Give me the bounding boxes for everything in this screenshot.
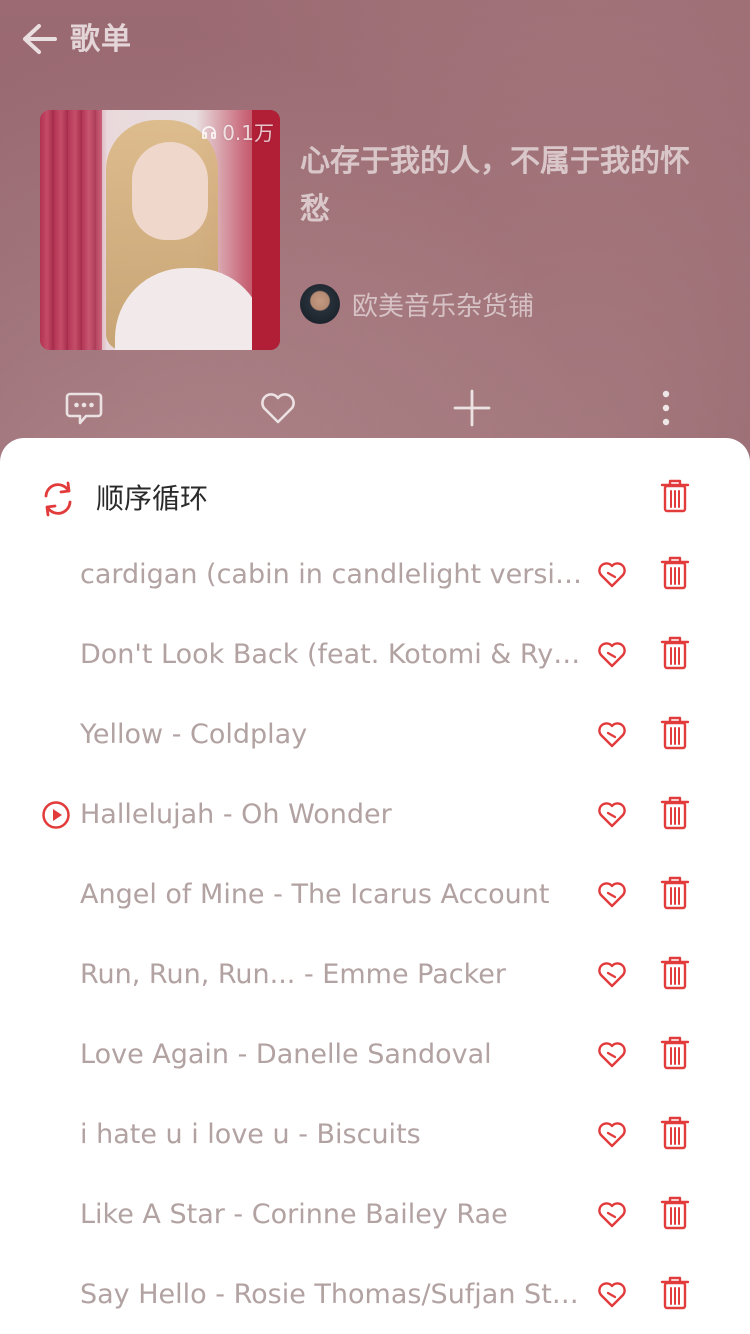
cover-red-art — [252, 110, 280, 350]
heart-add-icon[interactable] — [597, 559, 627, 589]
creator-avatar[interactable] — [300, 284, 340, 324]
song-list: cardigan (cabin in candlelight version) … — [0, 536, 750, 1334]
heart-add-icon[interactable] — [597, 879, 627, 909]
delete-song-button[interactable] — [660, 636, 690, 670]
song-title[interactable]: Yellow - Coldplay — [80, 714, 594, 756]
arrow-left-icon — [20, 22, 58, 56]
add-playlist-button[interactable] — [446, 382, 498, 434]
song-title[interactable]: Like A Star - Corinne Bailey Rae — [80, 1194, 594, 1236]
song-row-9[interactable]: Like A Star - Corinne Bailey Rae — [0, 1176, 750, 1256]
heart-add-icon[interactable] — [597, 1119, 627, 1149]
headphones-icon — [199, 122, 219, 142]
more-button[interactable] — [640, 382, 692, 434]
song-title[interactable]: Angel of Mine - The Icarus Account — [80, 874, 594, 916]
top-bar: 歌单 — [0, 0, 750, 80]
cover-curtain-art — [40, 110, 102, 350]
comment-icon — [64, 389, 104, 427]
creator-name[interactable]: 欧美音乐杂货铺 — [352, 286, 534, 323]
delete-song-button[interactable] — [660, 1036, 690, 1070]
song-row-10[interactable]: Say Hello - Rosie Thomas/Sufjan Stevens — [0, 1256, 750, 1334]
song-row-3[interactable]: Yellow - Coldplay — [0, 696, 750, 776]
delete-song-button[interactable] — [660, 1276, 690, 1310]
song-title[interactable]: Say Hello - Rosie Thomas/Sufjan Stevens — [80, 1274, 594, 1316]
playlist-screen: 歌单 0.1万 心存于我的人，不属于我的怀愁 欧美音乐杂货铺 顺序循环 card… — [0, 0, 750, 1334]
song-title[interactable]: Run, Run, Run... - Emme Packer — [80, 954, 594, 996]
song-row-2[interactable]: Don't Look Back (feat. Kotomi & Ryan Eld… — [0, 616, 750, 696]
heart-add-icon[interactable] — [597, 719, 627, 749]
song-row-5[interactable]: Angel of Mine - The Icarus Account — [0, 856, 750, 936]
song-title[interactable]: Love Again - Danelle Sandoval — [80, 1034, 594, 1076]
play-circle-icon — [41, 800, 71, 830]
play-mode-row[interactable]: 顺序循环 — [0, 462, 750, 538]
heart-outline-icon — [259, 391, 297, 425]
page-title: 歌单 — [70, 22, 132, 57]
heart-add-icon[interactable] — [597, 799, 627, 829]
heart-add-icon[interactable] — [597, 959, 627, 989]
comment-button[interactable] — [58, 382, 110, 434]
playlist-cover[interactable]: 0.1万 — [40, 110, 280, 350]
delete-song-button[interactable] — [660, 796, 690, 830]
heart-add-icon[interactable] — [597, 1279, 627, 1309]
song-row-4[interactable]: Hallelujah - Oh Wonder — [0, 776, 750, 856]
play-mode-label: 顺序循环 — [96, 482, 209, 515]
delete-song-button[interactable] — [660, 876, 690, 910]
more-vertical-icon — [661, 389, 671, 427]
song-row-1[interactable]: cardigan (cabin in candlelight version) … — [0, 536, 750, 616]
trash-icon — [660, 479, 690, 513]
play-queue-sheet: 顺序循环 cardigan (cabin in candlelight vers… — [0, 438, 750, 1334]
song-title[interactable]: cardigan (cabin in candlelight version) … — [80, 554, 594, 596]
clear-queue-button[interactable] — [660, 479, 690, 513]
playlist-title: 心存于我的人，不属于我的怀愁 — [300, 144, 690, 227]
cover-face-art — [132, 142, 208, 240]
delete-song-button[interactable] — [660, 956, 690, 990]
back-button[interactable] — [18, 18, 60, 60]
plus-icon — [452, 388, 492, 428]
song-title[interactable]: Hallelujah - Oh Wonder — [80, 794, 594, 836]
repeat-icon[interactable] — [40, 481, 76, 517]
favorite-playlist-button[interactable] — [252, 382, 304, 434]
song-row-6[interactable]: Run, Run, Run... - Emme Packer — [0, 936, 750, 1016]
song-row-7[interactable]: Love Again - Danelle Sandoval — [0, 1016, 750, 1096]
song-row-8[interactable]: i hate u i love u - Biscuits — [0, 1096, 750, 1176]
heart-add-icon[interactable] — [597, 1039, 627, 1069]
delete-song-button[interactable] — [660, 1196, 690, 1230]
creator[interactable]: 欧美音乐杂货铺 — [300, 282, 534, 326]
delete-song-button[interactable] — [660, 556, 690, 590]
play-count: 0.1万 — [199, 117, 274, 146]
delete-song-button[interactable] — [660, 1116, 690, 1150]
delete-song-button[interactable] — [660, 716, 690, 750]
song-title[interactable]: Don't Look Back (feat. Kotomi & Ryan Eld… — [80, 634, 594, 676]
playlist-action-bar — [0, 382, 750, 438]
play-count-text: 0.1万 — [222, 121, 274, 145]
heart-add-icon[interactable] — [597, 639, 627, 669]
heart-add-icon[interactable] — [597, 1199, 627, 1229]
song-title[interactable]: i hate u i love u - Biscuits — [80, 1114, 594, 1156]
